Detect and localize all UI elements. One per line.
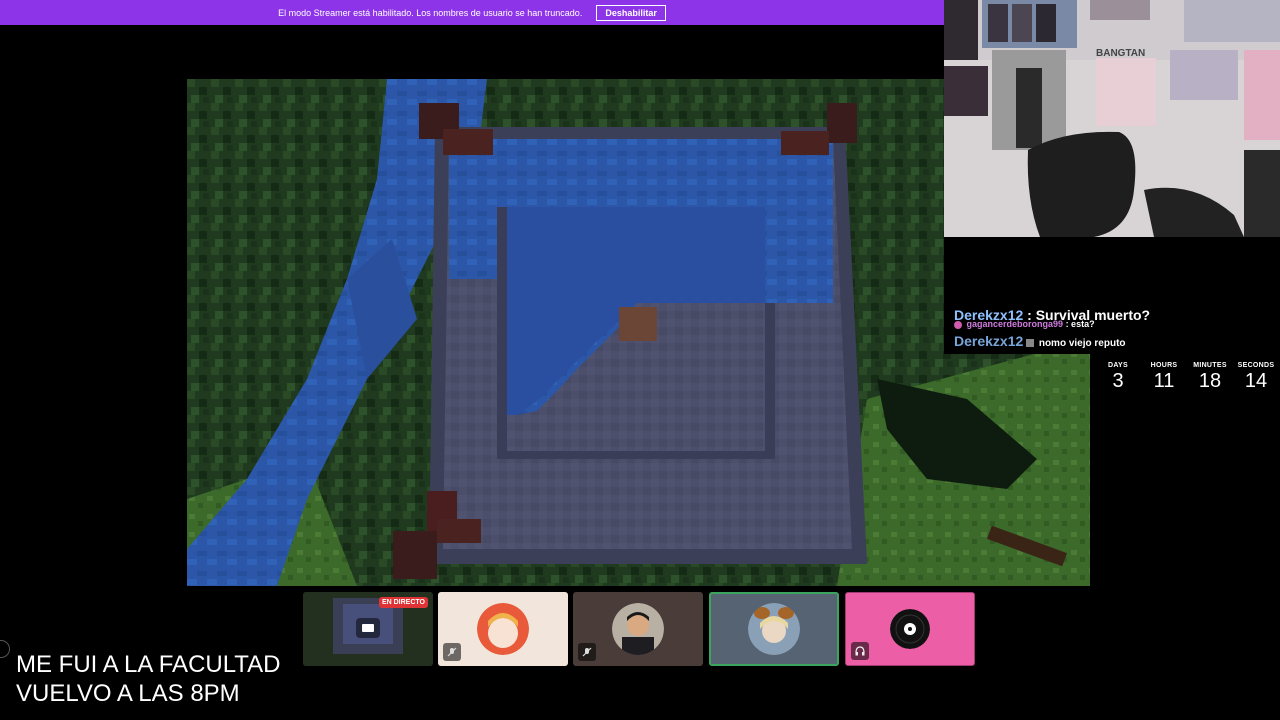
participant-tile-user-3-speaking[interactable] [709,592,839,666]
avatar [890,609,930,649]
countdown-hours-label: HOURS [1150,362,1178,369]
countdown-timer: DAYS 3 HOURS 11 MINUTES 18 SECONDS 14 [1098,362,1276,393]
participant-tile-stream[interactable]: EN DIRECTO [303,592,433,666]
mic-muted-icon [578,643,596,661]
chat-text: nomo viejo reputo [1038,338,1126,349]
chat-text: : esta? [1065,319,1095,329]
countdown-days-value: 3 [1112,370,1124,392]
streamer-mode-message: El modo Streamer está habilitado. Los no… [278,7,583,18]
disable-streamer-mode-button[interactable]: Deshabilitar [596,4,666,21]
countdown-minutes-value: 18 [1198,370,1222,392]
away-message: ME FUI A LA FACULTAD VUELVO A LAS 8PM [16,650,281,708]
countdown-seconds: SECONDS 14 [1236,362,1276,393]
participant-tile-user-1[interactable] [438,592,568,666]
avatar [612,603,664,655]
webcam-feed: BANGTAN [944,0,1280,237]
countdown-hours: HOURS 11 [1144,362,1184,393]
countdown-hours-value: 11 [1153,370,1175,392]
countdown-minutes: MINUTES 18 [1190,362,1230,393]
countdown-seconds-label: SECONDS [1237,362,1275,369]
streamer-mode-banner: El modo Streamer está habilitado. Los no… [0,0,944,25]
live-badge: EN DIRECTO [378,597,428,608]
away-message-line-1: ME FUI A LA FACULTAD [16,651,281,678]
countdown-days-label: DAYS [1107,362,1128,369]
chat-message: Derekzx12 nomo viejo reputo [954,333,1126,349]
chat-overlay: Derekzx12 : Survival muerto? gagancerdeb… [944,237,1280,354]
chat-username: gagancerdeboronga99 [966,319,1064,329]
participant-tile-bot[interactable] [845,592,975,666]
countdown-minutes-label: MINUTES [1193,362,1227,369]
vinyl-record-icon [890,609,930,649]
stream-layout: { "banner": { "message": "El modo Stream… [0,0,1280,720]
chat-username: Derekzx12 [954,333,1024,349]
countdown-days: DAYS 3 [1098,362,1138,393]
avatar [748,603,800,655]
avatar [477,603,529,655]
screen-share-icon [356,618,380,638]
webcam-image: BANGTAN [944,0,1280,237]
mic-muted-icon [443,643,461,661]
participant-tile-user-2[interactable] [573,592,703,666]
away-message-line-2: VUELVO A LAS 8PM [16,680,240,707]
headphones-icon [851,642,869,660]
poster-text: BANGTAN [1096,48,1145,59]
heart-badge-icon [954,320,962,329]
edge-button-icon[interactable] [0,640,10,658]
countdown-seconds-value: 14 [1244,370,1268,392]
chat-message: gagancerdeboronga99 : esta? [954,319,1095,329]
warning-badge-icon [1026,339,1035,348]
